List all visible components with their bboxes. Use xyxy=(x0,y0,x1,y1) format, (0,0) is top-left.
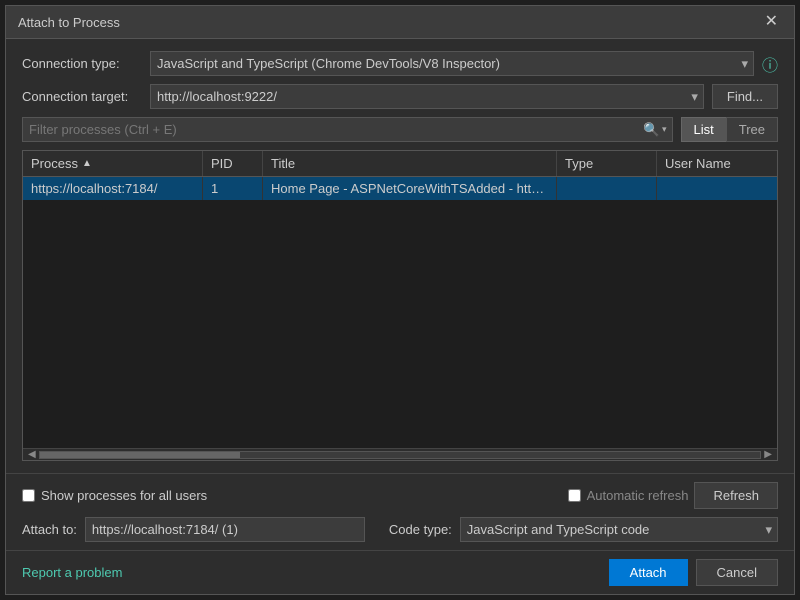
search-chevron-icon: ▾ xyxy=(662,124,667,135)
scroll-left-icon[interactable]: ◀ xyxy=(25,449,39,460)
auto-refresh-label: Automatic refresh xyxy=(587,488,689,503)
connection-type-row: Connection type: JavaScript and TypeScri… xyxy=(22,51,778,76)
bottom-controls: Show processes for all users Automatic r… xyxy=(6,473,794,517)
footer-row: Report a problem Attach Cancel xyxy=(6,550,794,594)
cancel-button[interactable]: Cancel xyxy=(696,559,778,586)
filter-input[interactable] xyxy=(22,117,673,142)
cell-title: Home Page - ASPNetCoreWithTSAdded - http… xyxy=(263,177,557,200)
column-title[interactable]: Title xyxy=(263,151,557,176)
connection-type-select[interactable]: JavaScript and TypeScript (Chrome DevToo… xyxy=(150,51,754,76)
attach-to-label: Attach to: xyxy=(22,522,77,537)
show-all-users-checkbox[interactable] xyxy=(22,489,35,502)
close-button[interactable]: ✕ xyxy=(761,14,782,30)
column-type[interactable]: Type xyxy=(557,151,657,176)
info-icon[interactable]: ⓘ xyxy=(762,52,778,76)
search-icon: 🔍 xyxy=(643,122,660,138)
connection-type-select-wrapper: JavaScript and TypeScript (Chrome DevToo… xyxy=(150,51,754,76)
title-bar: Attach to Process ✕ xyxy=(6,6,794,39)
attach-to-input[interactable] xyxy=(85,517,365,542)
cell-process: https://localhost:7184/ xyxy=(23,177,203,200)
attach-to-row: Attach to: Code type: JavaScript and Typ… xyxy=(6,517,794,550)
tree-view-button[interactable]: Tree xyxy=(726,117,778,142)
horizontal-scrollbar[interactable]: ◀ ▶ xyxy=(23,448,777,460)
cell-type xyxy=(557,177,657,200)
view-toggle: List Tree xyxy=(681,117,778,142)
filter-input-wrapper: 🔍 ▾ xyxy=(22,117,673,142)
auto-refresh-checkbox[interactable] xyxy=(568,489,581,502)
code-type-select-wrapper: JavaScript and TypeScript code xyxy=(460,517,778,542)
dialog-content: Connection type: JavaScript and TypeScri… xyxy=(6,39,794,473)
scroll-right-icon[interactable]: ▶ xyxy=(761,449,775,460)
footer-buttons: Attach Cancel xyxy=(609,559,778,586)
show-all-users-wrap: Show processes for all users xyxy=(22,488,207,503)
cell-username xyxy=(657,177,777,200)
dialog-title: Attach to Process xyxy=(18,15,120,30)
show-all-users-label: Show processes for all users xyxy=(41,488,207,503)
connection-type-label: Connection type: xyxy=(22,56,142,71)
attach-to-process-dialog: Attach to Process ✕ Connection type: Jav… xyxy=(5,5,795,595)
connection-target-label: Connection target: xyxy=(22,89,142,104)
list-view-button[interactable]: List xyxy=(681,117,726,142)
connection-target-row: Connection target: http://localhost:9222… xyxy=(22,84,778,109)
column-pid[interactable]: PID xyxy=(203,151,263,176)
cell-pid: 1 xyxy=(203,177,263,200)
connection-target-select-wrapper: http://localhost:9222/ xyxy=(150,84,704,109)
sort-asc-icon: ▲ xyxy=(82,158,92,169)
report-problem-link[interactable]: Report a problem xyxy=(22,565,122,580)
scroll-thumb[interactable] xyxy=(40,452,240,458)
process-table: Process ▲ PID Title Type User Name h xyxy=(22,150,778,461)
connection-target-select[interactable]: http://localhost:9222/ xyxy=(150,84,704,109)
table-row[interactable]: https://localhost:7184/ 1 Home Page - AS… xyxy=(23,177,777,200)
table-body: https://localhost:7184/ 1 Home Page - AS… xyxy=(23,177,777,448)
code-type-label: Code type: xyxy=(389,522,452,537)
scroll-track xyxy=(39,451,762,459)
search-button[interactable]: 🔍 ▾ xyxy=(639,120,670,140)
filter-row: 🔍 ▾ List Tree xyxy=(22,117,778,142)
attach-button[interactable]: Attach xyxy=(609,559,688,586)
column-username[interactable]: User Name xyxy=(657,151,777,176)
find-button[interactable]: Find... xyxy=(712,84,778,109)
table-header: Process ▲ PID Title Type User Name xyxy=(23,151,777,177)
auto-refresh-wrap: Automatic refresh Refresh xyxy=(568,482,778,509)
column-process[interactable]: Process ▲ xyxy=(23,151,203,176)
refresh-button[interactable]: Refresh xyxy=(694,482,778,509)
code-type-select[interactable]: JavaScript and TypeScript code xyxy=(460,517,778,542)
